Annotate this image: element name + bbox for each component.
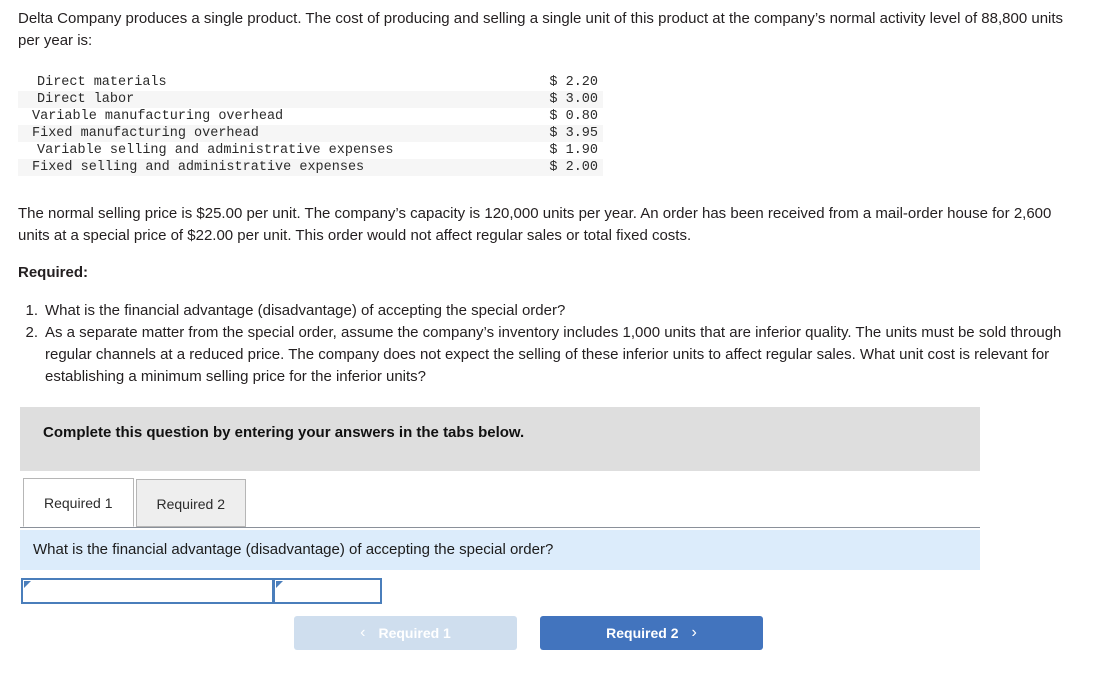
list-item: 2. As a separate matter from the special… xyxy=(18,322,1073,388)
answer-cell-1[interactable] xyxy=(21,578,274,604)
next-required-button[interactable]: Required 2 › xyxy=(540,616,763,650)
cell-marker-icon xyxy=(276,581,283,588)
answer-cell-2[interactable] xyxy=(273,578,382,604)
required-heading: Required: xyxy=(18,264,89,281)
tab-question-text: What is the financial advantage (disadva… xyxy=(33,541,554,558)
requirements-list: 1. What is the financial advantage (disa… xyxy=(18,300,1073,388)
answer-input-1[interactable] xyxy=(32,581,271,603)
answer-tabs: Required 1 Required 2 xyxy=(23,478,248,528)
list-item: 1. What is the financial advantage (disa… xyxy=(18,300,1073,322)
tab-required-1[interactable]: Required 1 xyxy=(23,478,134,527)
cost-label: Variable selling and administrative expe… xyxy=(37,143,394,158)
tab-navigation: ‹ Required 1 Required 2 › xyxy=(294,616,763,650)
table-row: Fixed selling and administrative expense… xyxy=(18,159,603,176)
table-row: Fixed manufacturing overhead $ 3.95 xyxy=(18,125,603,142)
unit-cost-table-body: Direct materials $ 2.20 Direct labor $ 3… xyxy=(18,74,603,176)
cell-marker-icon xyxy=(24,581,31,588)
chevron-right-icon: › xyxy=(691,624,697,641)
tab-required-2[interactable]: Required 2 xyxy=(135,479,246,527)
table-row: Variable selling and administrative expe… xyxy=(18,142,603,159)
problem-intro-text: Delta Company produces a single product.… xyxy=(18,10,1064,49)
cost-label: Direct labor xyxy=(18,91,530,108)
cost-value: $ 0.80 xyxy=(549,109,598,124)
question-page: Delta Company produces a single product.… xyxy=(0,0,1095,682)
prev-required-button[interactable]: ‹ Required 1 xyxy=(294,616,517,650)
tab-separator-line xyxy=(20,527,980,528)
cost-value: $ 1.90 xyxy=(549,143,598,158)
cost-label: Direct materials xyxy=(37,75,167,90)
instruction-banner: Complete this question by entering your … xyxy=(20,407,980,471)
cost-value: $ 2.20 xyxy=(549,75,598,90)
table-row: Variable manufacturing overhead $ 0.80 xyxy=(18,108,603,125)
answer-input-2[interactable] xyxy=(284,581,379,603)
prev-required-label: Required 1 xyxy=(378,625,451,641)
cost-value: $ 3.00 xyxy=(529,91,603,108)
next-required-label: Required 2 xyxy=(606,625,679,641)
table-row: Direct materials $ 2.20 xyxy=(18,74,603,91)
unit-cost-table: Direct materials $ 2.20 Direct labor $ 3… xyxy=(18,74,603,176)
list-item-text: As a separate matter from the special or… xyxy=(45,324,1062,385)
chevron-left-icon: ‹ xyxy=(360,624,366,641)
list-item-number: 1. xyxy=(25,302,38,319)
cost-label: Variable manufacturing overhead xyxy=(32,109,284,124)
cost-label: Fixed selling and administrative expense… xyxy=(18,159,530,176)
cost-value: $ 3.95 xyxy=(529,125,603,142)
cost-value: $ 2.00 xyxy=(529,159,603,176)
list-item-text: What is the financial advantage (disadva… xyxy=(45,302,566,319)
instruction-banner-text: Complete this question by entering your … xyxy=(43,424,525,441)
table-row: Direct labor $ 3.00 xyxy=(18,91,603,108)
tab-question-bar: What is the financial advantage (disadva… xyxy=(20,530,980,570)
problem-detail-text: The normal selling price is $25.00 per u… xyxy=(18,205,1052,244)
cost-label: Fixed manufacturing overhead xyxy=(18,125,530,142)
list-item-number: 2. xyxy=(25,324,38,341)
answer-grid xyxy=(21,578,382,604)
